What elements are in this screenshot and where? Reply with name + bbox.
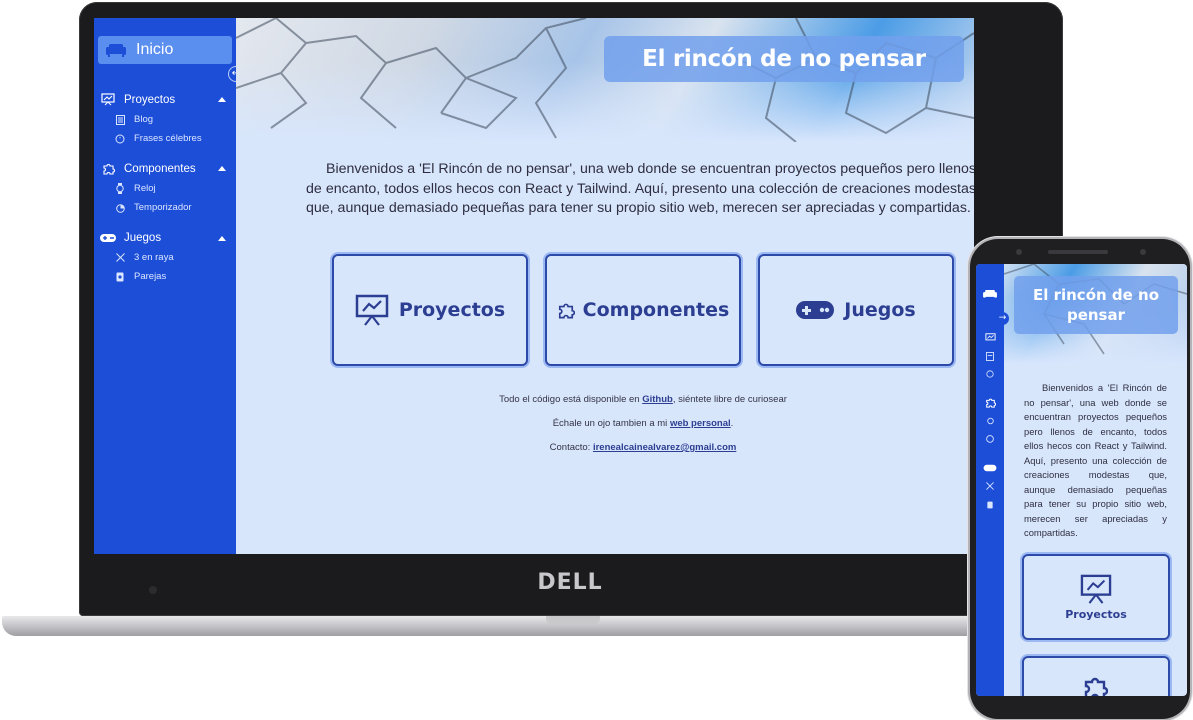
watch-icon [114,183,126,194]
gamepad-icon [100,233,116,243]
phone-sidebar [976,264,1004,696]
chevron-up-icon[interactable] [218,235,226,241]
phone-card-label: Proyectos [1065,608,1127,621]
sidebar-item-3-en-raya[interactable]: 3 en raya [114,252,174,263]
puzzle-icon[interactable] [976,397,1004,408]
sidebar-section-componentes[interactable]: Componentes [100,162,226,175]
laptop-screen: Inicio ← Proyectos Blog " Frases célebre… [94,18,974,554]
phone-sensor [1016,249,1022,255]
card-juegos[interactable]: Juegos [758,254,954,366]
puzzle-icon [1082,674,1109,696]
phone-expand-button[interactable]: → [996,312,1009,325]
puzzle-icon [557,301,575,319]
footer-github-line: Todo el código está disponible en Github… [294,394,974,405]
phone-camera [1140,249,1146,255]
sidebar-item-frases[interactable]: " Frases célebres [114,133,202,144]
card-proyectos[interactable]: Proyectos [332,254,528,366]
x-mark-icon[interactable] [976,482,1004,490]
footer-text: Todo el código está disponible en [499,394,643,405]
footer-text: Échale un ojo tambien a mi [552,418,670,429]
svg-text:": " [119,137,121,143]
github-link[interactable]: Github [642,394,673,405]
phone-card-proyectos[interactable]: Proyectos [1022,554,1170,640]
phone-card-componentes[interactable] [1022,656,1170,696]
footer-personal-line: Échale un ojo tambien a mi web personal. [294,418,974,429]
presentation-chart-icon [1080,574,1112,608]
card-componentes[interactable]: Componentes [545,254,741,366]
sidebar-item-label: 3 en raya [134,252,174,263]
sidebar-item-label: Temporizador [134,202,192,213]
sofa-icon[interactable] [976,290,1004,299]
watch-icon[interactable] [976,416,1004,426]
gamepad-icon[interactable] [976,464,1004,472]
footer-text: . [730,418,734,429]
hero-header: El rincón de no pensar [236,18,974,142]
footer-contact-line: Contacto: irenealcainealvarez@gmail.com [294,442,974,453]
chevron-up-icon[interactable] [218,97,226,102]
sidebar-section-proyectos[interactable]: Proyectos [100,93,226,106]
quote-bubble-icon: " [114,134,126,144]
presentation-chart-icon [355,294,389,326]
sidebar-item-temporizador[interactable]: Temporizador [114,202,192,213]
sidebar-section-label: Proyectos [124,93,176,106]
sidebar: Inicio ← Proyectos Blog " Frases célebre… [94,18,244,554]
phone-speaker [1048,250,1108,254]
cards-icon[interactable] [976,501,1004,509]
personal-web-link[interactable]: web personal [670,418,731,429]
laptop-camera [149,586,157,594]
sidebar-item-parejas[interactable]: Parejas [114,271,166,282]
site-title-box: El rincón de no pensar [604,36,964,82]
sidebar-home-button[interactable]: Inicio [98,36,232,64]
laptop-brand-logo: DELL [537,570,603,595]
sidebar-item-label: Blog [134,114,154,125]
document-icon[interactable] [976,352,1004,361]
timer-icon [114,203,126,213]
phone-intro-paragraph: Bienvenidos a 'El Rincón de no pensar', … [1024,382,1167,538]
email-link[interactable]: irenealcainealvarez@gmail.com [593,442,736,453]
x-mark-icon [114,253,126,262]
gamepad-icon [796,299,835,321]
sidebar-section-label: Juegos [124,232,162,244]
presentation-chart-icon[interactable] [976,333,1004,343]
site-title: El rincón de no pensar [642,46,926,72]
laptop-notch [546,616,600,624]
card-label: Proyectos [398,299,506,321]
cards-icon [114,272,126,282]
card-label: Juegos [844,299,916,321]
sidebar-home-label: Inicio [136,41,174,58]
puzzle-icon [100,162,116,175]
intro-paragraph: Bienvenidos a 'El Rincón de no pensar', … [306,161,974,216]
quote-bubble-icon[interactable] [976,370,1004,378]
card-label: Componentes [582,299,730,321]
sidebar-section-label: Componentes [124,162,196,175]
document-icon [114,114,126,125]
sidebar-item-label: Frases célebres [134,133,202,144]
footer-text: Contacto: [549,442,593,453]
sidebar-section-juegos[interactable]: Juegos [100,232,226,244]
sidebar-item-label: Parejas [134,271,167,282]
sofa-icon [106,43,126,57]
footer-text: , siéntete libre de curiosear [672,394,787,405]
phone-site-title: El rincón de no pensar [1014,276,1178,334]
sidebar-item-reloj[interactable]: Reloj [114,183,156,194]
sidebar-item-label: Reloj [134,183,156,194]
sidebar-item-blog[interactable]: Blog [114,114,153,125]
timer-icon[interactable] [976,434,1004,443]
presentation-chart-icon [100,93,116,106]
phone-screen: El rincón de no pensar → Bienvenidos a '… [976,264,1187,696]
chevron-up-icon[interactable] [218,166,226,171]
